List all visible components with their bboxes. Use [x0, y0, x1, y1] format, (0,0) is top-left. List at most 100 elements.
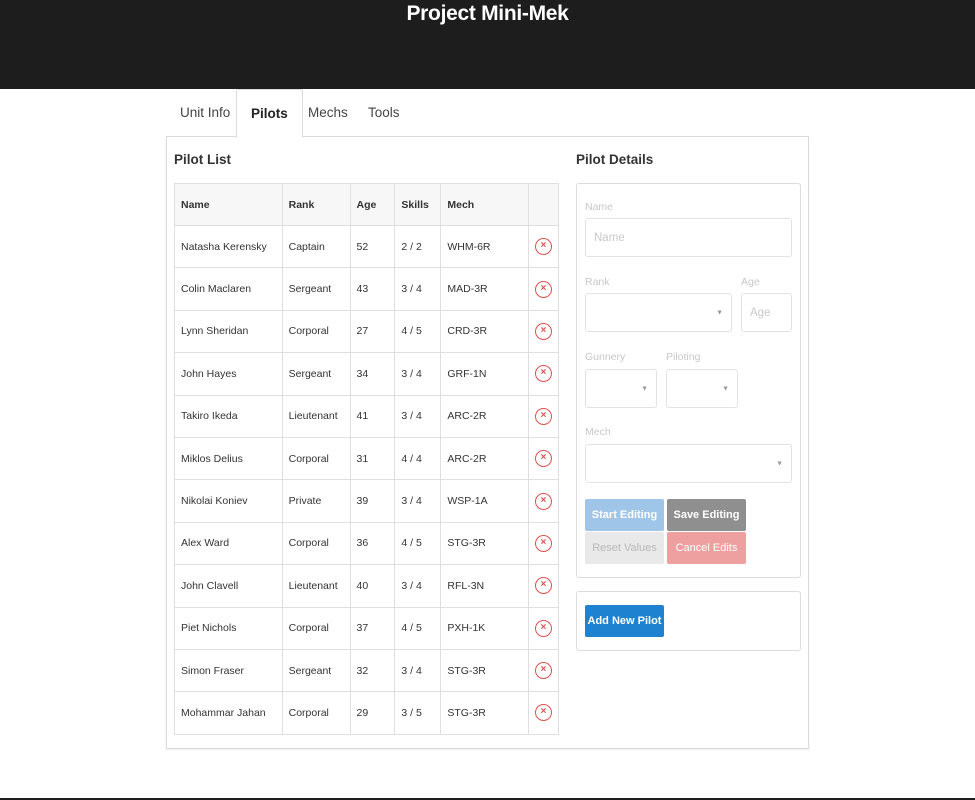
delete-pilot-icon[interactable]: × [534, 407, 552, 425]
cell-actions: × [527, 267, 560, 311]
tab-mechs[interactable]: Mechs [294, 89, 362, 138]
tab-unit-info[interactable]: Unit Info [166, 89, 244, 138]
delete-pilot-icon[interactable]: × [534, 238, 552, 256]
cell-mech: ARC-2R [440, 394, 529, 438]
cell-rank: Corporal [281, 691, 351, 735]
tab-tools[interactable]: Tools [354, 89, 414, 138]
add-new-pilot-button[interactable]: Add New Pilot [585, 605, 664, 637]
cell-age: 39 [349, 479, 396, 523]
cell-mech: PXH-1K [440, 606, 529, 650]
cell-age: 41 [349, 394, 396, 438]
tab-pilots[interactable]: Pilots [236, 89, 303, 138]
cell-skills: 4 / 4 [394, 436, 442, 481]
table-row[interactable]: Miklos Delius Corporal 31 4 / 4 ARC-2R × [174, 436, 560, 481]
cell-rank: Sergeant [281, 648, 351, 693]
cell-mech: GRF-1N [440, 352, 529, 396]
cell-skills: 3 / 5 [394, 691, 442, 735]
table-row[interactable]: Lynn Sheridan Corporal 27 4 / 5 CRD-3R × [174, 309, 560, 354]
cell-skills: 3 / 4 [394, 394, 442, 438]
delete-pilot-icon[interactable]: × [534, 534, 552, 552]
column-header-mech[interactable]: Mech [440, 183, 529, 226]
table-row[interactable]: Nikolai Koniev Private 39 3 / 4 WSP-1A × [174, 479, 560, 523]
delete-pilot-icon[interactable]: × [534, 577, 552, 595]
pilot-details-title: Pilot Details [576, 152, 654, 167]
cell-age: 43 [349, 267, 396, 311]
cell-rank: Captain [281, 224, 351, 269]
delete-pilot-icon[interactable]: × [534, 450, 552, 468]
table-row[interactable]: John Hayes Sergeant 34 3 / 4 GRF-1N × [174, 352, 560, 396]
cell-rank: Lieutenant [281, 394, 351, 438]
delete-pilot-icon[interactable]: × [534, 322, 552, 340]
cell-rank: Sergeant [281, 267, 351, 311]
delete-pilot-icon[interactable]: × [534, 619, 552, 637]
piloting-label: Piloting [666, 351, 701, 363]
cell-mech: CRD-3R [440, 309, 529, 354]
column-header-actions [527, 183, 560, 226]
cell-skills: 3 / 4 [394, 267, 442, 311]
table-row[interactable]: Takiro Ikeda Lieutenant 41 3 / 4 ARC-2R × [174, 394, 560, 438]
cell-age: 27 [349, 309, 396, 354]
table-row[interactable]: Natasha Kerensky Captain 52 2 / 2 WHM-6R × [174, 224, 560, 269]
cell-age: 52 [349, 224, 396, 269]
cell-skills: 4 / 5 [394, 521, 442, 566]
column-header-age[interactable]: Age [349, 183, 396, 226]
gunnery-select[interactable]: ▼ [585, 369, 657, 408]
start-editing-button[interactable]: Start Editing [585, 499, 664, 531]
cell-age: 29 [349, 691, 396, 735]
table-row[interactable]: Mohammar Jahan Corporal 29 3 / 5 STG-3R × [174, 691, 560, 735]
column-header-rank[interactable]: Rank [281, 183, 351, 226]
cancel-edits-button[interactable]: Cancel Edits [667, 532, 746, 564]
cell-name: Nikolai Koniev [174, 479, 283, 523]
reset-values-button[interactable]: Reset Values [585, 532, 664, 564]
column-header-skills[interactable]: Skills [394, 183, 442, 226]
age-input[interactable]: Age [741, 293, 792, 332]
cell-mech: STG-3R [440, 648, 529, 693]
age-placeholder: Age [750, 306, 771, 319]
cell-skills: 3 / 4 [394, 648, 442, 693]
piloting-select[interactable]: ▼ [666, 369, 738, 408]
cell-mech: RFL-3N [440, 564, 529, 608]
cell-age: 36 [349, 521, 396, 566]
age-label: Age [741, 276, 760, 288]
pilot-table: Name Rank Age Skills Mech Natasha Kerens… [174, 183, 560, 735]
cell-skills: 4 / 5 [394, 606, 442, 650]
cell-actions: × [527, 436, 560, 481]
cell-rank: Private [281, 479, 351, 523]
delete-pilot-icon[interactable]: × [534, 704, 552, 722]
cell-age: 40 [349, 564, 396, 608]
table-row[interactable]: Piet Nichols Corporal 37 4 / 5 PXH-1K × [174, 606, 560, 650]
mech-label: Mech [585, 426, 611, 438]
cell-rank: Corporal [281, 521, 351, 566]
save-editing-button[interactable]: Save Editing [667, 499, 746, 531]
cell-rank: Sergeant [281, 352, 351, 396]
cell-mech: WHM-6R [440, 224, 529, 269]
name-placeholder: Name [594, 231, 625, 244]
mech-select[interactable]: ▼ [585, 444, 792, 483]
cell-age: 37 [349, 606, 396, 650]
cell-name: Takiro Ikeda [174, 394, 283, 438]
delete-pilot-icon[interactable]: × [534, 662, 552, 680]
cell-actions: × [527, 394, 560, 438]
name-input[interactable]: Name [585, 218, 792, 257]
cell-actions: × [527, 521, 560, 566]
cell-skills: 3 / 4 [394, 479, 442, 523]
chevron-down-icon: ▼ [641, 385, 648, 392]
pilot-list-title: Pilot List [174, 152, 231, 167]
table-row[interactable]: Colin Maclaren Sergeant 43 3 / 4 MAD-3R × [174, 267, 560, 311]
delete-pilot-icon[interactable]: × [534, 280, 552, 298]
cell-age: 31 [349, 436, 396, 481]
delete-pilot-icon[interactable]: × [534, 492, 552, 510]
cell-name: Piet Nichols [174, 606, 283, 650]
rank-select[interactable]: ▼ [585, 293, 732, 332]
chevron-down-icon: ▼ [776, 460, 783, 467]
cell-skills: 4 / 5 [394, 309, 442, 354]
delete-pilot-icon[interactable]: × [534, 365, 552, 383]
table-row[interactable]: Simon Fraser Sergeant 32 3 / 4 STG-3R × [174, 648, 560, 693]
table-row[interactable]: John Clavell Lieutenant 40 3 / 4 RFL-3N × [174, 564, 560, 608]
column-header-name[interactable]: Name [174, 183, 283, 226]
cell-actions: × [527, 564, 560, 608]
cell-skills: 3 / 4 [394, 564, 442, 608]
cell-name: Mohammar Jahan [174, 691, 283, 735]
table-row[interactable]: Alex Ward Corporal 36 4 / 5 STG-3R × [174, 521, 560, 566]
cell-skills: 2 / 2 [394, 224, 442, 269]
